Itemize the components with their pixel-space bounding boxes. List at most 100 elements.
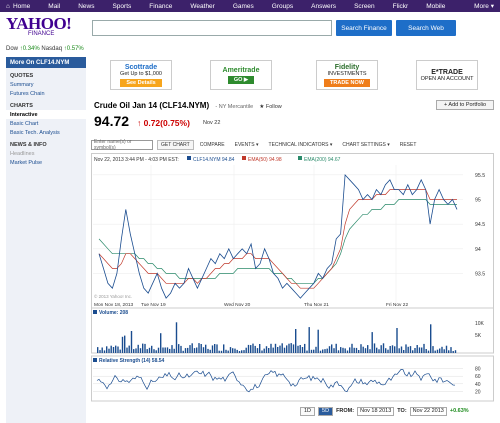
volume-bar	[358, 350, 360, 353]
volume-bar	[409, 346, 412, 353]
toolbar-technical-indicators[interactable]: TECHNICAL INDICATORS ▾	[267, 142, 335, 148]
nav-more-menu[interactable]: More ▾	[465, 2, 500, 10]
volume-bar	[216, 344, 218, 353]
volume-bar	[301, 347, 304, 353]
volume-bar	[382, 343, 385, 353]
nav-item-groups[interactable]: Groups	[263, 3, 302, 10]
volume-bar	[270, 343, 272, 353]
volume-bar	[261, 350, 263, 353]
volume-bar	[427, 350, 430, 353]
volume-bar	[220, 350, 223, 353]
volume-bar	[324, 349, 326, 353]
volume-bar	[205, 344, 207, 353]
main-y-tick-label: 94.5	[475, 222, 485, 228]
volume-bar	[97, 347, 99, 353]
legend-swatch	[187, 156, 191, 160]
from-date-input[interactable]: Nov 18 2013	[357, 406, 395, 416]
toolbar-events[interactable]: EVENTS ▾	[233, 142, 261, 148]
ad-banner-ameritrade[interactable]: Ameritrade GO ▶	[210, 60, 272, 90]
main-x-label: Thu Nov 21	[304, 302, 329, 308]
volume-bar	[304, 343, 306, 353]
nav-item-label: Sports	[112, 2, 132, 10]
volume-bar	[173, 348, 175, 353]
nav-item-flickr[interactable]: Flickr	[384, 3, 418, 10]
volume-bar	[214, 344, 216, 353]
chart-toolbar: Enter name(s) or symbol(s) GET CHART COM…	[91, 139, 494, 151]
legend-swatch	[242, 156, 246, 160]
search-finance-button[interactable]: Search Finance	[336, 20, 392, 36]
main-y-tick-label: 95	[475, 198, 481, 204]
nav-item-weather[interactable]: Weather	[181, 3, 223, 10]
nav-item-news[interactable]: News	[69, 3, 103, 10]
volume-bar	[227, 350, 229, 353]
search-web-button[interactable]: Search Web	[396, 20, 456, 36]
nav-item-home[interactable]: ⌂ Home	[0, 3, 39, 10]
nav-item-sports[interactable]: Sports	[103, 3, 140, 10]
sidebar-link-basic-tech-analysis[interactable]: Basic Tech. Analysis	[6, 128, 86, 137]
nav-item-label: Finance	[149, 2, 173, 10]
get-chart-button[interactable]: GET CHART	[157, 140, 194, 150]
from-label: FROM:	[336, 408, 355, 414]
sidebar-link-market-pulse[interactable]: Market Pulse	[6, 158, 86, 167]
volume-bar	[241, 350, 243, 353]
legend-series-label: EMA(200) 94.67	[304, 157, 341, 163]
ad-button[interactable]: TRADE NOW	[324, 78, 370, 87]
ad-banner-fidelity[interactable]: Fidelity INVESTMENTS TRADE NOW	[316, 60, 378, 90]
nav-item-screen[interactable]: Screen	[345, 3, 384, 10]
nav-item-finance[interactable]: Finance	[140, 3, 181, 10]
ad-banner-scottrade[interactable]: Scottrade Get Up to $1,000 See Details	[110, 60, 172, 90]
volume-bar	[335, 343, 337, 353]
follow-button[interactable]: ★ Follow	[259, 104, 281, 110]
main-x-label: Fri Nov 22	[386, 302, 408, 308]
volume-bar	[171, 345, 173, 353]
yahoo-finance-logo[interactable]: YAHOO! FINANCE	[6, 14, 86, 37]
volume-bar	[187, 347, 189, 353]
volume-bar	[344, 348, 346, 353]
volume-bar	[121, 336, 124, 353]
sidebar-link-headlines[interactable]: Headlines	[6, 149, 86, 158]
range-5d-button[interactable]: 5D	[318, 406, 334, 416]
interactive-chart[interactable]: Nov 22, 2013 3:44 PM - 4:03 PM EST: CLF14…	[91, 153, 494, 405]
ad-brand: E*TRADE	[431, 68, 463, 76]
volume-bar	[223, 344, 225, 353]
sidebar-link-interactive[interactable]: Interactive	[6, 110, 86, 119]
toolbar-chart-settings[interactable]: CHART SETTINGS ▾	[340, 142, 391, 148]
volume-bar	[265, 346, 268, 353]
nav-item-answers[interactable]: Answers	[302, 3, 345, 10]
sidebar-link-futures-chain[interactable]: Futures Chain	[6, 89, 86, 98]
compare-symbol-input[interactable]: Enter name(s) or symbol(s)	[91, 139, 153, 151]
to-date-input[interactable]: Nov 22 2013	[409, 406, 447, 416]
nav-item-games[interactable]: Games	[224, 3, 263, 10]
sidebar-link-summary[interactable]: Summary	[6, 80, 86, 89]
volume-bar	[245, 347, 247, 353]
ad-button[interactable]: See Details	[120, 78, 162, 87]
market-ticker: Dow ↑0.34% Nasdaq ↑0.57%	[6, 46, 84, 52]
volume-bar	[256, 348, 259, 353]
rsi-y-tick-label: 60	[475, 374, 481, 380]
toolbar-reset[interactable]: RESET	[398, 142, 419, 148]
volume-bar	[445, 345, 448, 353]
nav-item-label: Mobile	[426, 2, 446, 10]
volume-bar	[263, 348, 265, 353]
nav-item-mobile[interactable]: Mobile	[417, 3, 454, 10]
toolbar-compare[interactable]: COMPARE	[198, 142, 227, 148]
add-to-portfolio-button[interactable]: + Add to Portfolio	[436, 100, 494, 110]
volume-bar	[268, 348, 270, 353]
legend-series-label: CLF14.NYM 94.84	[193, 157, 235, 163]
range-1d-button[interactable]: 1D	[300, 406, 316, 416]
search-input[interactable]	[92, 20, 332, 36]
volume-bar	[331, 344, 333, 353]
volume-bar	[157, 347, 160, 353]
volume-bar	[387, 349, 389, 353]
ad-button[interactable]: GO ▶	[227, 75, 255, 84]
nav-item-mail[interactable]: Mail	[39, 3, 69, 10]
volume-bar	[452, 351, 454, 353]
sidebar-link-basic-chart[interactable]: Basic Chart	[6, 119, 86, 128]
volume-bar	[403, 350, 405, 353]
volume-bar	[279, 345, 281, 353]
ad-banner-etrade[interactable]: E*TRADE OPEN AN ACCOUNT	[416, 60, 478, 90]
volume-bar	[421, 347, 423, 353]
quote-title: Crude Oil Jan 14 (CLF14.NYM) - NY Mercan…	[94, 101, 282, 110]
volume-bar	[115, 345, 117, 353]
volume-bar	[133, 349, 135, 353]
